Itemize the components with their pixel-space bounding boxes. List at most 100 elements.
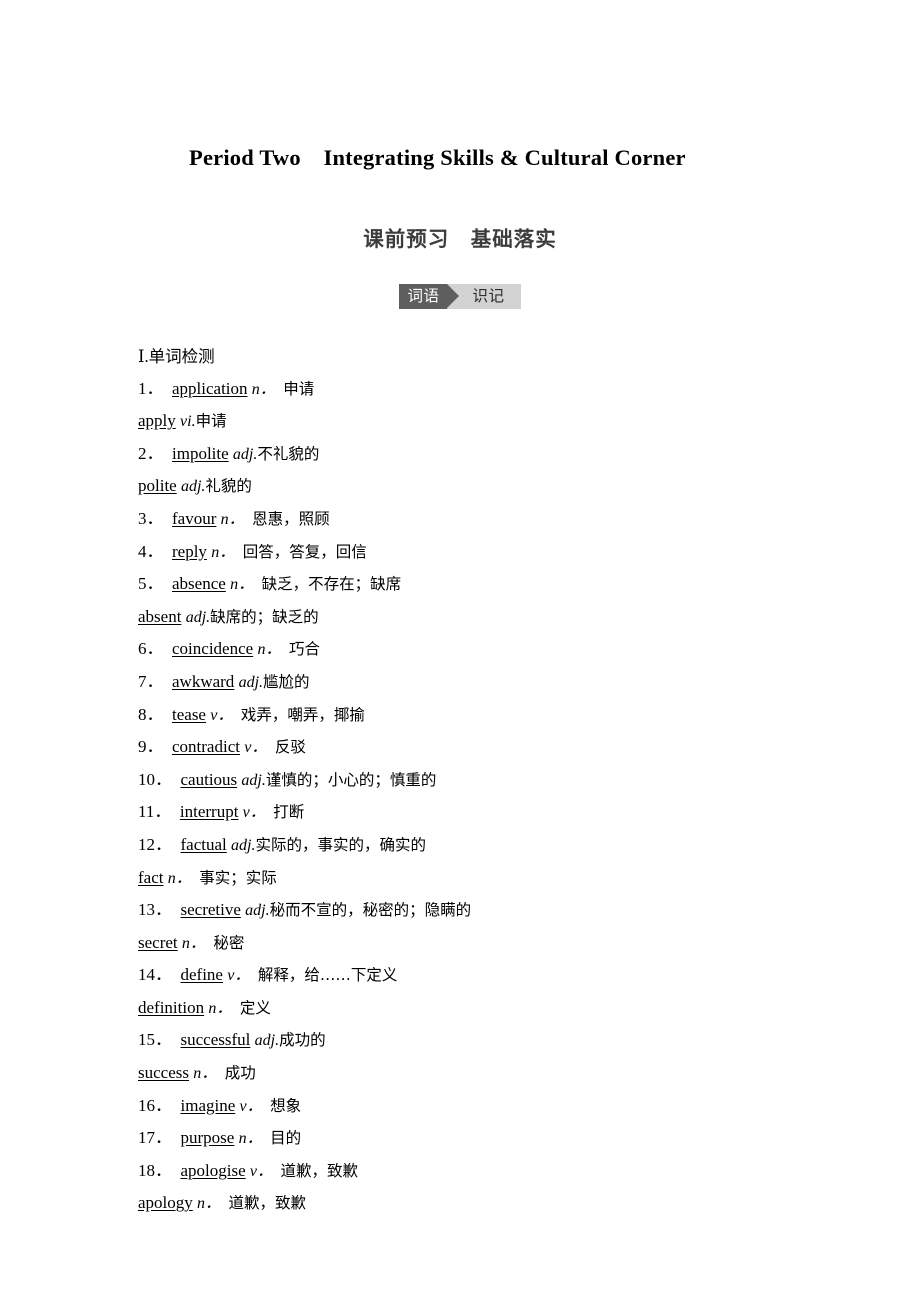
entry-gloss: 申请 <box>267 379 315 398</box>
derived-word-row: polite adj.礼貌的 <box>138 470 838 503</box>
entry-number: 18． <box>138 1160 172 1180</box>
derived-word-row: apply vi.申请 <box>138 405 838 438</box>
page-title: Period Two Integrating Skills & Cultural… <box>189 145 686 170</box>
entry-number: 11． <box>138 802 172 822</box>
list-label: Ⅰ.单词检测 <box>138 347 215 366</box>
vocabulary-row: 18． apologise v． 道歉，致歉 <box>138 1155 838 1188</box>
badge-left-label: 词语 <box>399 284 447 309</box>
vocabulary-row: 14． define v． 解释，给……下定义 <box>138 959 838 992</box>
entry-number: 6． <box>138 639 164 659</box>
derived-word-row: success n． 成功 <box>138 1057 838 1090</box>
entry-part-of-speech: adj. <box>231 836 256 854</box>
entry-gloss: 礼貌的 <box>205 477 252 496</box>
entry-gloss: 成功的 <box>279 1031 326 1050</box>
vocabulary-list: 1． application n． 申请 apply vi.申请 2． impoli… <box>138 373 838 1220</box>
derived-word-row: definition n． 定义 <box>138 992 838 1025</box>
section-heading: 课前预习 基础落实 <box>363 227 557 251</box>
vocabulary-row: 9． contradict v． 反驳 <box>138 731 838 764</box>
entry-part-of-speech: adj. <box>254 1032 280 1050</box>
entry-gloss: 秘而不宣的，秘密的；隐瞒的 <box>269 901 472 920</box>
entry-gloss: 恩惠，照顾 <box>236 509 330 528</box>
entry-gloss: 事实；实际 <box>183 868 277 887</box>
entry-word: define <box>180 965 223 985</box>
entry-number: 12． <box>138 834 172 854</box>
badge-right-label: 识记 <box>472 287 505 305</box>
entry-gloss: 缺席的；缺乏的 <box>210 607 319 626</box>
arrow-right-icon <box>446 284 459 308</box>
entry-number: 1． <box>138 378 164 398</box>
vocabulary-row: 13． secretive adj.秘而不宣的，秘密的；隐瞒的 <box>138 894 838 927</box>
entry-gloss: 打断 <box>257 803 305 822</box>
vocabulary-row: 1． application n． 申请 <box>138 373 838 406</box>
entry-number: 14． <box>138 965 172 985</box>
entry-word: tease <box>172 704 206 724</box>
entry-gloss: 谨慎的；小心的；慎重的 <box>265 770 437 789</box>
entry-part-of-speech: n． <box>193 1065 210 1083</box>
entry-gloss: 申请 <box>195 412 227 431</box>
entry-part-of-speech: adj. <box>185 608 211 626</box>
vocabulary-row: 6． coincidence n． 巧合 <box>138 633 838 666</box>
entry-word: absence <box>172 574 226 594</box>
entry-word: cautious <box>180 769 238 789</box>
entry-word: definition <box>138 997 205 1017</box>
entry-word: impolite <box>172 443 229 463</box>
entry-word: factual <box>180 834 227 854</box>
entry-gloss: 成功 <box>209 1064 256 1083</box>
vocabulary-row: 8． tease v． 戏弄，嘲弄，揶揄 <box>138 699 838 732</box>
vocabulary-row: 10． cautious adj.谨慎的；小心的；慎重的 <box>138 764 838 797</box>
entry-part-of-speech: n． <box>181 934 198 952</box>
entry-part-of-speech: v． <box>210 706 226 724</box>
entry-number: 4． <box>138 541 164 561</box>
entry-number: 2． <box>138 443 164 463</box>
entry-part-of-speech: v． <box>244 739 260 757</box>
entry-part-of-speech: n． <box>197 1195 214 1213</box>
entry-part-of-speech: n． <box>238 1130 255 1148</box>
entry-word: contradict <box>172 737 240 757</box>
vocabulary-row: 11． interrupt v． 打断 <box>138 796 838 829</box>
entry-part-of-speech: adj. <box>238 673 264 691</box>
entry-gloss: 道歉，致歉 <box>213 1194 307 1213</box>
entry-number: 16． <box>138 1095 172 1115</box>
entry-gloss: 目的 <box>254 1129 302 1148</box>
vocabulary-row: 4． reply n． 回答，答复，回信 <box>138 536 838 569</box>
vocabulary-row: 12． factual adj.实际的，事实的，确实的 <box>138 829 838 862</box>
entry-word: imagine <box>180 1095 236 1115</box>
entry-word: awkward <box>172 671 235 691</box>
entry-number: 5． <box>138 574 164 594</box>
entry-gloss: 戏弄，嘲弄，揶揄 <box>225 705 365 724</box>
entry-part-of-speech: n． <box>211 543 228 561</box>
entry-part-of-speech: n． <box>167 869 184 887</box>
entry-number: 13． <box>138 900 172 920</box>
entry-part-of-speech: n． <box>220 510 237 528</box>
derived-word-row: apology n． 道歉，致歉 <box>138 1187 838 1220</box>
entry-word: coincidence <box>172 639 254 659</box>
entry-number: 17． <box>138 1128 172 1148</box>
vocabulary-section: Ⅰ.单词检测 1． application n． 申请 apply vi.申请 2．… <box>138 341 838 1220</box>
entry-word: fact <box>138 867 164 887</box>
badge-container: 词语 识记 <box>399 284 521 309</box>
entry-gloss: 反驳 <box>259 738 306 757</box>
entry-word: apply <box>138 411 176 431</box>
entry-word: purpose <box>180 1128 235 1148</box>
entry-part-of-speech: n． <box>251 380 268 398</box>
vocabulary-row: 5． absence n． 缺乏，不存在；缺席 <box>138 568 838 601</box>
entry-word: reply <box>172 541 207 561</box>
entry-part-of-speech: n． <box>230 576 247 594</box>
entry-part-of-speech: v． <box>249 1162 266 1180</box>
entry-part-of-speech: n． <box>257 641 274 659</box>
derived-word-row: fact n． 事实；实际 <box>138 862 838 895</box>
entry-part-of-speech: vi. <box>180 413 196 431</box>
entry-word: interrupt <box>179 802 239 822</box>
entry-word: successful <box>180 1030 251 1050</box>
entry-word: apology <box>138 1193 193 1213</box>
entry-number: 8． <box>138 704 164 724</box>
entry-gloss: 道歉，致歉 <box>265 1161 359 1180</box>
entry-part-of-speech: adj. <box>232 445 258 463</box>
entry-word: favour <box>172 508 217 528</box>
entry-part-of-speech: adj. <box>241 771 266 789</box>
entry-number: 3． <box>138 508 164 528</box>
entry-gloss: 想象 <box>254 1096 302 1115</box>
entry-part-of-speech: v． <box>242 804 258 822</box>
entry-part-of-speech: v． <box>227 967 243 985</box>
entry-part-of-speech: v． <box>239 1097 255 1115</box>
